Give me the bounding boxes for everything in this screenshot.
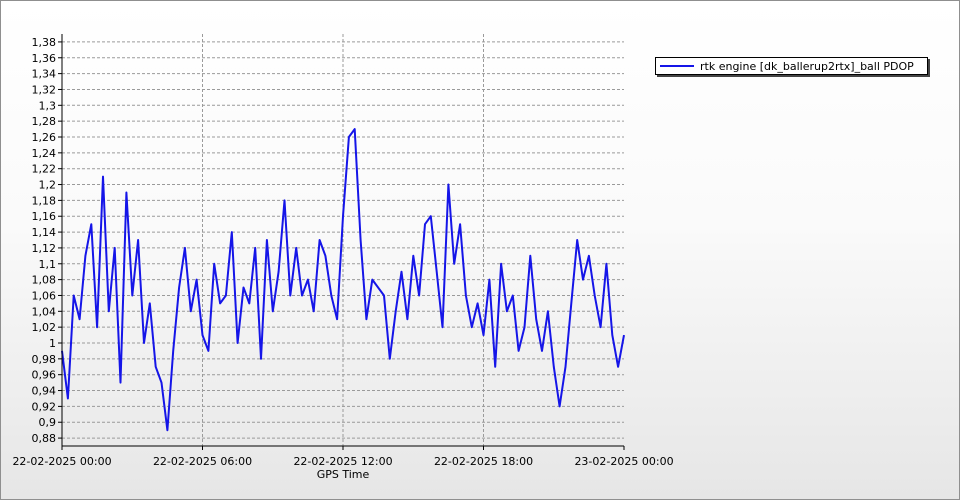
y-tick-label: 1 [49,337,56,350]
y-tick-label: 1,08 [32,274,57,287]
y-tick-label: 1,14 [32,226,57,239]
y-tick-label: 0,96 [32,369,57,382]
y-tick-label: 0,92 [32,400,57,413]
pdop-line-chart: 0,88 0,9 0,92 0,94 0,96 0,98 1 1,02 1,04 1,06 1,08… [12,34,674,481]
x-tick-label: 22-02-2025 18:00 [434,455,533,468]
y-tick-label: 1,28 [32,115,57,128]
y-tick-label: 1,12 [32,242,57,255]
y-tick-label: 0,94 [32,385,57,398]
y-tick-label: 1,22 [32,163,57,176]
y-tick-label: 1,3 [39,99,57,112]
x-tick-label: 23-02-2025 00:00 [574,455,673,468]
legend: rtk engine [dk_ballerup2rtx]_ball PDOP [655,57,928,75]
x-tick-label: 22-02-2025 00:00 [12,455,111,468]
x-tick-label: 22-02-2025 06:00 [153,455,252,468]
y-tick-label: 1,26 [32,131,57,144]
chart-panel: 0,88 0,9 0,92 0,94 0,96 0,98 1 1,02 1,04 1,06 1,08… [0,0,960,500]
y-tick-label: 1,1 [39,258,57,271]
legend-label: rtk engine [dk_ballerup2rtx]_ball PDOP [700,59,914,73]
y-tick-label: 0,9 [39,416,57,429]
y-tick-label: 1,02 [32,321,57,334]
y-tick-label: 1,34 [32,68,57,81]
y-axis-ticks: 0,88 0,9 0,92 0,94 0,96 0,98 1 1,02 1,04 1,06 1,08… [32,36,62,445]
x-axis-ticks: 22-02-2025 00:00 22-02-2025 06:00 22-02-20… [12,446,674,468]
y-tick-label: 1,24 [32,147,57,160]
y-tick-label: 1,04 [32,305,57,318]
y-tick-label: 1,2 [39,179,57,192]
y-tick-label: 1,38 [32,36,57,49]
y-tick-label: 1,32 [32,83,57,96]
y-tick-label: 1,36 [32,52,57,65]
legend-swatch [660,65,694,67]
y-tick-label: 1,06 [32,289,57,302]
y-tick-label: 1,18 [32,194,57,207]
y-tick-label: 0,98 [32,353,57,366]
y-tick-label: 0,88 [32,432,57,445]
grid-lines [62,34,624,446]
y-tick-label: 1,16 [32,210,57,223]
x-axis-title: GPS Time [317,468,370,481]
x-tick-label: 22-02-2025 12:00 [293,455,392,468]
